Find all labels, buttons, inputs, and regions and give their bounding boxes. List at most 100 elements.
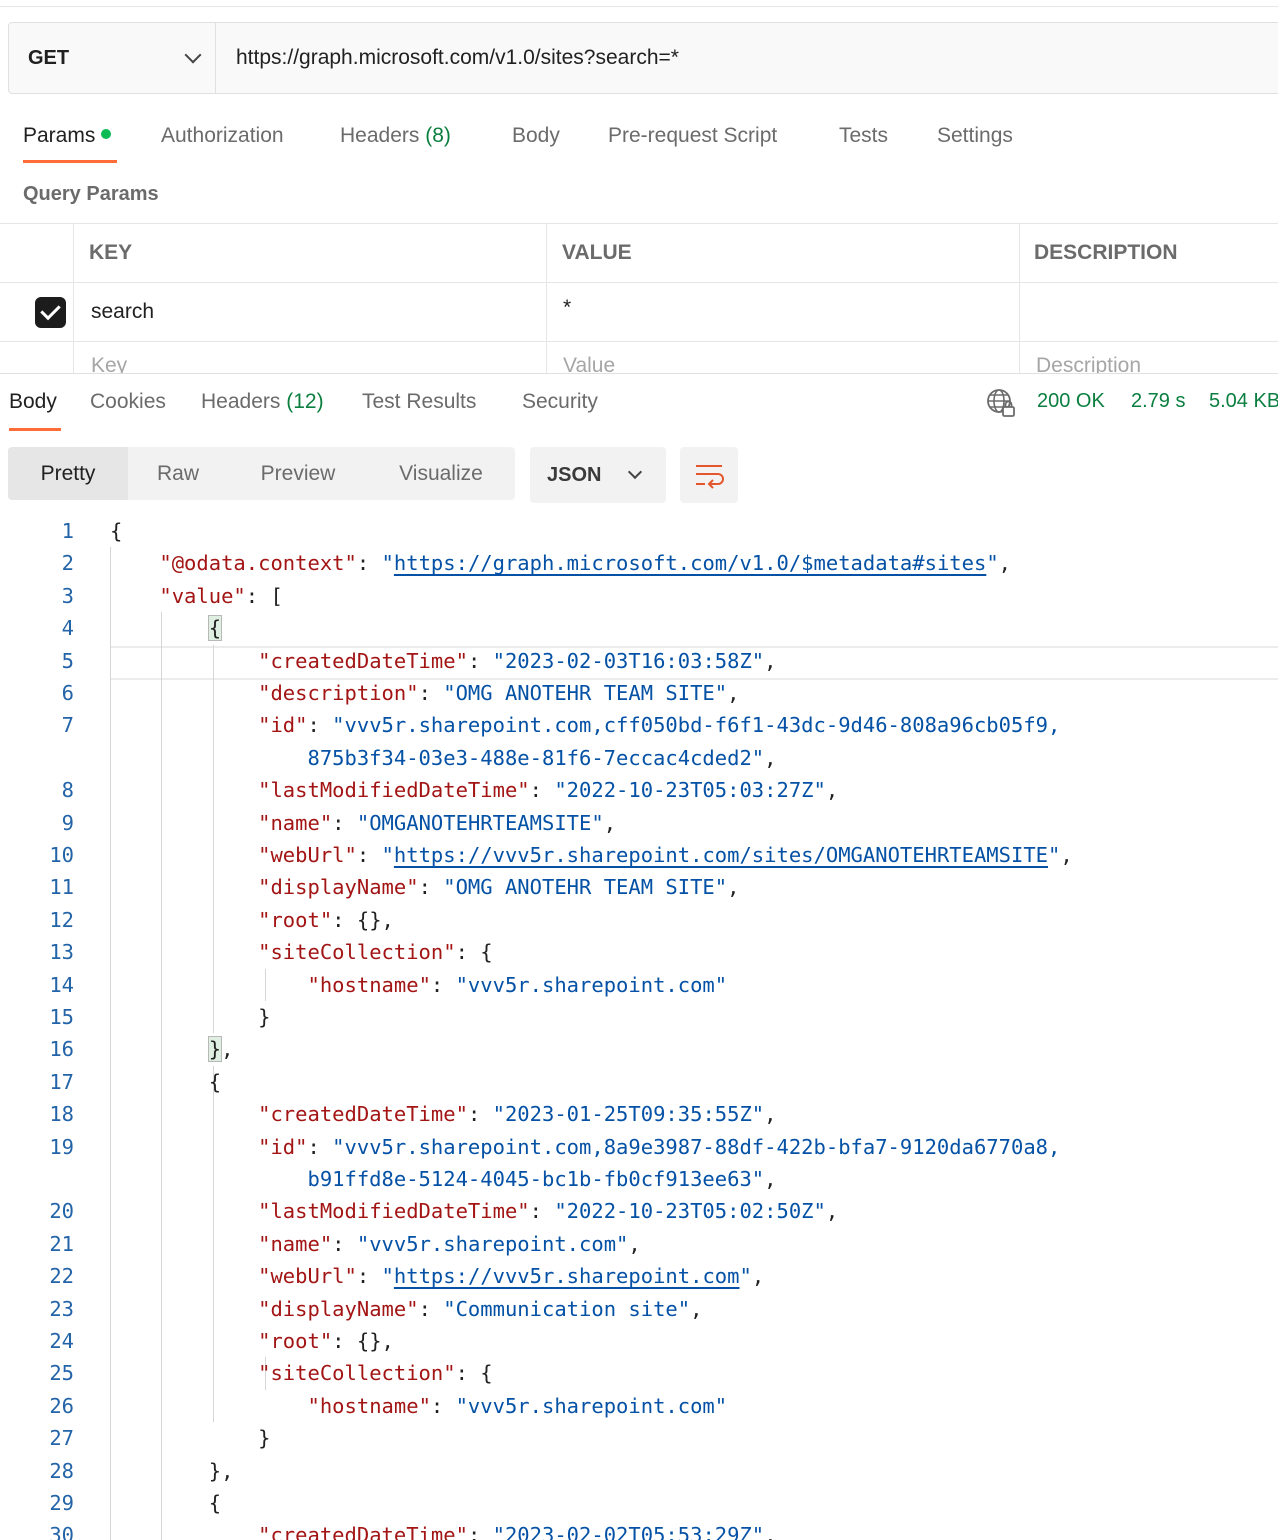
code-line: "name": "vvv5r.sharepoint.com", — [258, 1231, 641, 1256]
code-line: "name": "OMGANOTEHRTEAMSITE", — [258, 810, 617, 835]
column-divider — [546, 223, 547, 373]
code-line: "siteCollection": { — [258, 1361, 493, 1386]
line-number: 25 — [49, 1361, 74, 1386]
params-active-dot — [101, 129, 112, 140]
wrap-lines-icon — [696, 465, 724, 489]
tab-authorization[interactable]: Authorization — [161, 124, 284, 148]
line-number: 19 — [49, 1134, 74, 1159]
tab-count-badge: (8) — [425, 124, 451, 147]
column-header-key: KEY — [89, 241, 133, 264]
line-number: 29 — [49, 1491, 74, 1515]
response-tab-cookies[interactable]: Cookies — [90, 390, 166, 414]
view-preview-button[interactable]: Preview — [228, 447, 368, 500]
tab-settings[interactable]: Settings — [937, 124, 1013, 148]
code-line: "webUrl": "https://vvv5r.sharepoint.com/… — [258, 843, 1073, 867]
globe-lock-icon[interactable] — [986, 388, 1016, 418]
column-divider — [73, 223, 74, 373]
line-number: 15 — [49, 1005, 74, 1029]
response-tab-body[interactable]: Body — [9, 390, 57, 414]
response-pane: Body Cookies Headers (12) Test Results S… — [0, 373, 1278, 1540]
view-visualize-button[interactable]: Visualize — [368, 447, 514, 500]
code-line: "root": {}, — [258, 1329, 394, 1353]
line-number: 28 — [49, 1458, 74, 1483]
line-number: 21 — [49, 1231, 74, 1256]
code-line: "hostname": "vvv5r.sharepoint.com" — [307, 1393, 728, 1418]
code-line: "displayName": "Communication site", — [258, 1296, 703, 1321]
param-enabled-checkbox[interactable] — [35, 297, 66, 328]
code-line: "siteCollection": { — [258, 940, 493, 965]
code-line: }, — [110, 1458, 234, 1483]
method-select[interactable]: GET — [9, 23, 216, 93]
tab-label: Body — [512, 124, 560, 147]
tab-params[interactable]: Params — [23, 124, 112, 148]
tab-label: Test Results — [362, 390, 477, 413]
line-number: 27 — [49, 1426, 74, 1451]
active-tab-indicator — [9, 428, 61, 431]
line-number: 12 — [49, 907, 74, 932]
tab-body[interactable]: Body — [512, 124, 560, 148]
method-label: GET — [28, 46, 70, 69]
status-code[interactable]: 200 OK — [1037, 390, 1105, 413]
tab-headers[interactable]: Headers (8) — [340, 124, 451, 148]
code-line: "@odata.context": "https://graph.microso… — [159, 551, 1011, 576]
code-line: } — [110, 1005, 271, 1029]
line-number: 10 — [49, 843, 74, 867]
param-key-cell[interactable]: search — [91, 283, 154, 341]
table-row: search * — [0, 282, 1278, 341]
chevron-down-icon — [184, 46, 202, 64]
tab-label: Headers — [201, 390, 281, 413]
column-divider — [1019, 223, 1020, 373]
tab-pre-request-script[interactable]: Pre-request Script — [608, 124, 777, 148]
code-line: "root": {}, — [258, 907, 394, 932]
tab-label: Pre-request Script — [608, 124, 778, 147]
response-tab-security[interactable]: Security — [522, 390, 598, 414]
line-number: 26 — [49, 1393, 74, 1418]
top-divider — [0, 6, 1278, 7]
view-pretty-button[interactable]: Pretty — [8, 447, 128, 500]
line-number: 3 — [61, 583, 74, 608]
code-line: { — [207, 615, 223, 642]
code-line: "displayName": "OMG ANOTEHR TEAM SITE", — [258, 875, 740, 900]
code-line: "lastModifiedDateTime": "2022-10-23T05:0… — [258, 1199, 839, 1224]
line-number: 24 — [49, 1329, 74, 1353]
response-tab-test-results[interactable]: Test Results — [362, 390, 476, 414]
code-line: "createdDateTime": "2023-02-02T05:53:29Z… — [258, 1523, 777, 1540]
code-line: "webUrl": "https://vvv5r.sharepoint.com"… — [258, 1264, 765, 1289]
code-line: 875b3f34-03e3-488e-81f6-7eccac4cded2", — [110, 745, 777, 770]
request-tabs: Params Authorization Headers (8) Body Pr… — [0, 118, 1278, 168]
response-time[interactable]: 2.79 s — [1131, 390, 1185, 413]
wrap-lines-button[interactable] — [680, 447, 738, 503]
line-number: 9 — [61, 810, 74, 835]
response-size[interactable]: 5.04 KB — [1209, 390, 1278, 413]
url-input[interactable]: https://graph.microsoft.com/v1.0/sites?s… — [216, 23, 1278, 93]
code-line: { — [110, 1491, 222, 1515]
code-line: "value": [ — [159, 583, 283, 608]
view-mode-toggle: Pretty Raw Preview Visualize — [8, 447, 515, 500]
code-line: "description": "OMG ANOTEHR TEAM SITE", — [258, 681, 740, 705]
response-tab-headers[interactable]: Headers (12) — [201, 390, 324, 414]
table-header-row: KEY VALUE DESCRIPTION — [0, 223, 1278, 282]
tab-label: Body — [9, 390, 57, 413]
view-raw-button[interactable]: Raw — [128, 447, 228, 500]
line-number: 2 — [61, 551, 74, 576]
tab-count-badge: (12) — [286, 390, 324, 413]
code-line: } — [110, 1426, 271, 1451]
format-select[interactable]: JSON — [530, 447, 666, 503]
tab-label: Params — [23, 124, 96, 147]
code-line: "createdDateTime": "2023-02-03T16:03:58Z… — [258, 648, 777, 673]
query-params-title: Query Params — [23, 183, 159, 205]
line-number: 30 — [49, 1523, 74, 1540]
column-header-description: DESCRIPTION — [1034, 241, 1178, 264]
tab-label: Authorization — [161, 124, 284, 147]
line-number: 6 — [61, 681, 74, 705]
tab-label: Security — [522, 390, 598, 413]
line-number: 16 — [49, 1037, 74, 1062]
code-line: "id": "vvv5r.sharepoint.com,8a9e3987-88d… — [258, 1134, 1061, 1159]
line-number: 18 — [49, 1102, 74, 1127]
tab-tests[interactable]: Tests — [839, 124, 888, 148]
line-number: 14 — [49, 972, 74, 997]
tab-label: Cookies — [90, 390, 166, 413]
code-line: }, — [207, 1036, 234, 1063]
code-line: "id": "vvv5r.sharepoint.com,cff050bd-f6f… — [258, 713, 1061, 738]
param-value-cell[interactable]: * — [563, 279, 571, 337]
